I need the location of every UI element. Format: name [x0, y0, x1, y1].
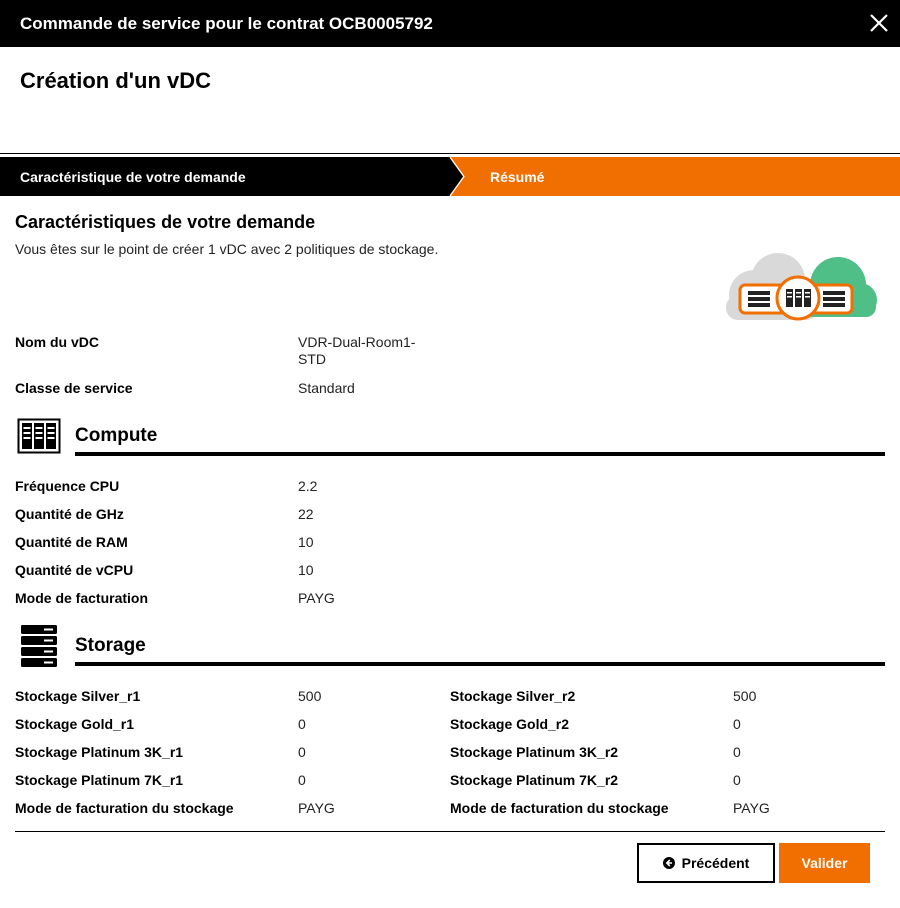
- field-value-billing-mode: PAYG: [298, 590, 335, 606]
- field-label-ghz: Quantité de GHz: [15, 506, 124, 522]
- field-value-vcpu: 10: [298, 562, 314, 578]
- field-label-silver-r2: Stockage Silver_r2: [450, 688, 576, 704]
- arrow-left-circle-icon: [662, 857, 675, 869]
- field-value-storage-billing-r2: PAYG: [733, 800, 770, 816]
- close-icon[interactable]: [868, 12, 890, 34]
- dialog-title: Commande de service pour le contrat OCB0…: [20, 14, 433, 33]
- field-label-platinum7k-r1: Stockage Platinum 7K_r1: [15, 772, 184, 788]
- storage-divider: [75, 662, 885, 666]
- step-arrow-icon: [449, 157, 465, 196]
- previous-button-label: Précédent: [681, 855, 750, 871]
- field-label-storage-billing-r2: Mode de facturation du stockage: [450, 800, 669, 816]
- cloud-datacenter-icon: [726, 253, 877, 321]
- field-label-vdc-name: Nom du vDC: [15, 334, 99, 350]
- field-value-gold-r2: 0: [733, 716, 741, 732]
- field-value-platinum3k-r1: 0: [298, 744, 306, 760]
- field-value-storage-billing-r1: PAYG: [298, 800, 335, 816]
- footer-divider: [15, 831, 885, 832]
- field-label-cpu-frequency: Fréquence CPU: [15, 478, 120, 494]
- step-characteristics[interactable]: Caractéristique de votre demande: [0, 157, 470, 196]
- dialog-titlebar: Commande de service pour le contrat OCB0…: [0, 0, 900, 47]
- field-value-cpu-frequency: 2.2: [298, 478, 318, 494]
- storage-title: Storage: [75, 635, 146, 656]
- server-rack-icon: [17, 418, 61, 454]
- field-value-service-class: Standard: [298, 380, 355, 396]
- compute-divider: [75, 452, 885, 456]
- field-value-ram: 10: [298, 534, 314, 550]
- field-label-silver-r1: Stockage Silver_r1: [15, 688, 141, 704]
- field-value-silver-r1: 500: [298, 688, 322, 704]
- field-value-platinum3k-r2: 0: [733, 744, 741, 760]
- field-label-billing-mode: Mode de facturation: [15, 590, 149, 606]
- field-value-platinum7k-r1: 0: [298, 772, 306, 788]
- field-label-platinum3k-r1: Stockage Platinum 3K_r1: [15, 744, 184, 760]
- field-value-platinum7k-r2: 0: [733, 772, 741, 788]
- value-line: VDR-Dual-Room1-: [298, 334, 416, 350]
- field-value-silver-r2: 500: [733, 688, 757, 704]
- stepper: Caractéristique de votre demande Résumé: [0, 157, 900, 196]
- previous-button[interactable]: Précédent: [637, 843, 775, 883]
- validate-button[interactable]: Valider: [779, 843, 870, 883]
- section-description: Vous êtes sur le point de créer 1 vDC av…: [15, 241, 439, 257]
- field-label-ram: Quantité de RAM: [15, 534, 128, 550]
- divider: [0, 153, 900, 154]
- value-line: STD: [298, 351, 326, 367]
- step-summary: Résumé: [450, 157, 900, 196]
- section-heading: Caractéristiques de votre demande: [15, 212, 316, 232]
- field-label-gold-r1: Stockage Gold_r1: [15, 716, 135, 732]
- field-value-gold-r1: 0: [298, 716, 306, 732]
- storage-stack-icon: [21, 625, 57, 667]
- compute-title: Compute: [75, 425, 158, 446]
- field-label-service-class: Classe de service: [15, 380, 133, 396]
- step-label: Caractéristique de votre demande: [20, 169, 246, 185]
- field-label-platinum7k-r2: Stockage Platinum 7K_r2: [450, 772, 619, 788]
- step-label: Résumé: [490, 169, 545, 185]
- page-title: Création d'un vDC: [20, 68, 212, 93]
- field-label-platinum3k-r2: Stockage Platinum 3K_r2: [450, 744, 619, 760]
- field-value-vdc-name: VDR-Dual-Room1- STD: [298, 334, 415, 368]
- field-label-vcpu: Quantité de vCPU: [15, 562, 134, 578]
- field-value-ghz: 22: [298, 506, 314, 522]
- field-label-storage-billing-r1: Mode de facturation du stockage: [15, 800, 234, 816]
- field-label-gold-r2: Stockage Gold_r2: [450, 716, 570, 732]
